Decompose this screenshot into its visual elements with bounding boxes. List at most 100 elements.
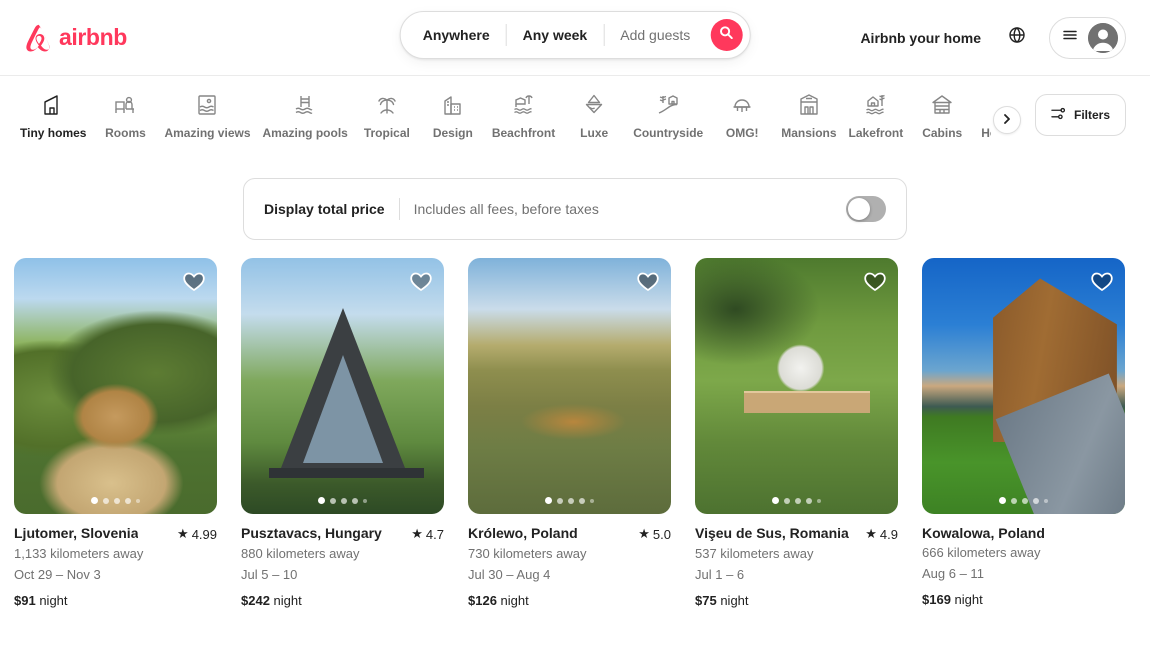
category-label: OMG! (726, 126, 759, 140)
globe-icon (1009, 27, 1025, 48)
listing-card[interactable]: Królewo, Poland ★ 5.0 730 kilometers awa… (468, 258, 671, 608)
heart-icon[interactable] (409, 269, 433, 293)
search-guests-segment[interactable]: Add guests (604, 12, 706, 58)
carousel-dot[interactable] (1011, 498, 1017, 504)
category-omg[interactable]: OMG! (709, 92, 775, 140)
listing-photo[interactable] (695, 258, 898, 514)
photo-carousel-dots[interactable] (922, 497, 1125, 504)
carousel-dot[interactable] (1033, 498, 1039, 504)
carousel-dot[interactable] (795, 498, 801, 504)
category-next-button[interactable] (993, 106, 1021, 134)
category-label: Mansions (781, 126, 836, 140)
airbnb-logo[interactable]: airbnb (24, 22, 127, 54)
listing-price: $242 night (241, 593, 444, 608)
listing-header: Królewo, Poland ★ 5.0 (468, 525, 671, 542)
a-frame-deck-shape (269, 468, 423, 478)
carousel-dot[interactable] (579, 498, 585, 504)
listing-dates: Jul 1 – 6 (695, 566, 898, 584)
carousel-dot[interactable] (817, 499, 821, 503)
carousel-dot[interactable] (806, 498, 812, 504)
carousel-dot[interactable] (103, 498, 109, 504)
carousel-dot[interactable] (999, 497, 1006, 504)
listing-card[interactable]: Ljutomer, Slovenia ★ 4.99 1,133 kilomete… (14, 258, 217, 608)
search-location-segment[interactable]: Anywhere (401, 12, 506, 58)
tiny-home-icon (41, 92, 65, 118)
carousel-dot[interactable] (545, 497, 552, 504)
carousel-dot[interactable] (114, 498, 120, 504)
listing-price: $75 night (695, 593, 898, 608)
listing-photo[interactable] (468, 258, 671, 514)
rooms-icon (113, 92, 137, 118)
category-label: Design (433, 126, 473, 140)
price-unit: night (274, 593, 302, 608)
carousel-dot[interactable] (318, 497, 325, 504)
photo-carousel-dots[interactable] (468, 497, 671, 504)
category-list[interactable]: Tiny homes Rooms Amazing views (14, 92, 991, 140)
category-rooms[interactable]: Rooms (92, 92, 158, 140)
price-unit: night (955, 592, 983, 607)
listing-card[interactable]: Vişeu de Sus, Romania ★ 4.9 537 kilomete… (695, 258, 898, 608)
photo-carousel-dots[interactable] (695, 497, 898, 504)
listing-card[interactable]: Kowalowa, Poland 666 kilometers away Aug… (922, 258, 1125, 608)
listing-distance: 880 kilometers away (241, 545, 444, 563)
heart-icon[interactable] (182, 269, 206, 293)
star-icon: ★ (411, 526, 423, 542)
listing-price: $169 night (922, 592, 1125, 607)
carousel-dot[interactable] (136, 499, 140, 503)
carousel-dot[interactable] (341, 498, 347, 504)
search-icon (720, 26, 733, 44)
carousel-dot[interactable] (557, 498, 563, 504)
listing-rating: ★ 4.99 (177, 526, 217, 542)
lakefront-icon (864, 92, 888, 118)
heart-icon[interactable] (1090, 269, 1114, 293)
category-beachfront[interactable]: Beachfront (486, 92, 561, 140)
category-countryside[interactable]: Countryside (627, 92, 709, 140)
language-globe-button[interactable] (997, 18, 1037, 58)
listing-photo[interactable] (241, 258, 444, 514)
listing-photo[interactable] (922, 258, 1125, 514)
category-amazing-pools[interactable]: Amazing pools (257, 92, 354, 140)
carousel-dot[interactable] (125, 498, 131, 504)
category-luxe[interactable]: Luxe (561, 92, 627, 140)
price-amount: $75 (695, 593, 717, 608)
listing-distance: 730 kilometers away (468, 545, 671, 563)
category-houseboats[interactable]: Houseboats (975, 92, 991, 140)
listing-price: $126 night (468, 593, 671, 608)
category-mansions[interactable]: Mansions (775, 92, 842, 140)
carousel-dot[interactable] (1022, 498, 1028, 504)
heart-icon[interactable] (636, 269, 660, 293)
carousel-dot[interactable] (91, 497, 98, 504)
category-tiny-homes[interactable]: Tiny homes (14, 92, 92, 140)
carousel-dot[interactable] (568, 498, 574, 504)
carousel-dot[interactable] (1044, 499, 1048, 503)
category-label: Tiny homes (20, 126, 86, 140)
search-dates-segment[interactable]: Any week (507, 12, 604, 58)
search-submit-button[interactable] (710, 19, 742, 51)
filters-button[interactable]: Filters (1035, 94, 1126, 136)
carousel-dot[interactable] (590, 499, 594, 503)
category-amazing-views[interactable]: Amazing views (158, 92, 256, 140)
price-amount: $242 (241, 593, 270, 608)
listing-photo[interactable] (14, 258, 217, 514)
listing-distance: 537 kilometers away (695, 545, 898, 563)
profile-menu-button[interactable] (1049, 17, 1126, 59)
airbnb-your-home-link[interactable]: Airbnb your home (848, 18, 993, 58)
category-cabins[interactable]: Cabins (909, 92, 975, 140)
carousel-dot[interactable] (784, 498, 790, 504)
star-icon: ★ (638, 526, 650, 542)
search-bar[interactable]: Anywhere Any week Add guests (400, 11, 751, 59)
photo-carousel-dots[interactable] (14, 497, 217, 504)
carousel-dot[interactable] (330, 498, 336, 504)
category-lakefront[interactable]: Lakefront (843, 92, 910, 140)
display-total-price-bar[interactable]: Display total price Includes all fees, b… (243, 178, 907, 240)
carousel-dot[interactable] (772, 497, 779, 504)
category-design[interactable]: Design (420, 92, 486, 140)
category-tropical[interactable]: Tropical (354, 92, 420, 140)
user-avatar-icon (1088, 23, 1118, 53)
photo-carousel-dots[interactable] (241, 497, 444, 504)
listing-card[interactable]: Pusztavacs, Hungary ★ 4.7 880 kilometers… (241, 258, 444, 608)
carousel-dot[interactable] (363, 499, 367, 503)
display-total-price-toggle[interactable] (846, 196, 886, 222)
heart-icon[interactable] (863, 269, 887, 293)
carousel-dot[interactable] (352, 498, 358, 504)
